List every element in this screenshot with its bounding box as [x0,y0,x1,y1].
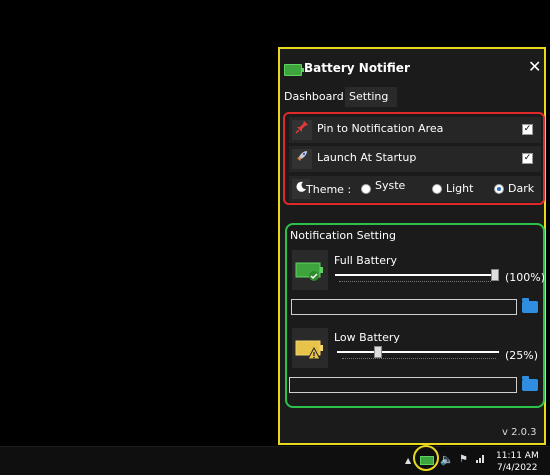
low-battery-slider-ticks [342,358,496,361]
theme-dark-label: Dark [508,182,535,195]
full-battery-folder-icon[interactable] [522,298,538,313]
tab-dashboard[interactable]: Dashboard [280,87,348,107]
pin-label: Pin to Notification Area [317,122,444,135]
startup-option-row[interactable]: Launch At Startup ✓ [289,146,541,172]
volume-icon[interactable]: 🔈 [440,453,454,466]
low-battery-slider-thumb[interactable] [373,346,382,358]
title-bar[interactable]: Battery Notifier ✕ [280,49,544,87]
window-title: Battery Notifier [304,61,410,75]
rocket-icon [292,149,312,169]
clock-time[interactable]: 11:11 AM [496,451,539,461]
theme-option-row: Theme : Syste Light Dark [289,176,541,202]
show-hidden-icons-icon[interactable]: ▲ [405,456,411,465]
network-icon[interactable] [476,453,486,465]
theme-dark-radio[interactable] [494,184,504,194]
version-label: v 2.0.3 [502,427,537,438]
low-battery-icon [292,328,328,368]
theme-light-radio[interactable] [432,184,442,194]
low-battery-label: Low Battery [334,331,400,344]
full-battery-sound-path[interactable] [291,299,517,315]
low-battery-folder-icon[interactable] [522,376,538,391]
startup-checkbox[interactable]: ✓ [522,153,533,164]
full-battery-icon [292,250,328,290]
theme-system-label: Syste [375,179,406,192]
pin-checkbox[interactable]: ✓ [522,124,533,135]
full-battery-percent: (100%) [505,271,546,284]
flag-icon[interactable]: ⚑ [459,454,468,465]
general-options-group: Pin to Notification Area ✓ Launch At Sta… [283,112,545,205]
low-battery-slider-track[interactable] [337,351,499,353]
full-battery-slider-thumb[interactable] [491,269,499,281]
low-battery-percent: (25%) [505,349,539,362]
startup-label: Launch At Startup [317,151,417,164]
tray-highlight-circle [413,445,439,471]
notification-setting-group: Notification Setting Full Battery (100%)… [285,223,545,408]
tab-setting[interactable]: Setting [345,87,397,107]
taskbar: ▲ 🔈 ⚑ 11:11 AM 7/4/2022 [0,446,550,475]
pin-icon [292,120,312,140]
full-battery-label: Full Battery [334,254,398,267]
battery-app-icon [284,64,304,76]
full-battery-slider-ticks [339,281,491,284]
notification-setting-title: Notification Setting [290,229,396,242]
low-battery-sound-path[interactable] [289,377,517,393]
theme-system-radio[interactable] [361,184,371,194]
pin-option-row[interactable]: Pin to Notification Area ✓ [289,117,541,143]
clock-date[interactable]: 7/4/2022 [497,463,537,473]
battery-notifier-window: Battery Notifier ✕ Dashboard Setting Pin… [278,47,546,445]
theme-light-label: Light [446,182,474,195]
theme-label: Theme : [306,183,352,196]
close-button[interactable]: ✕ [528,59,541,75]
full-battery-slider-track[interactable] [335,274,495,276]
